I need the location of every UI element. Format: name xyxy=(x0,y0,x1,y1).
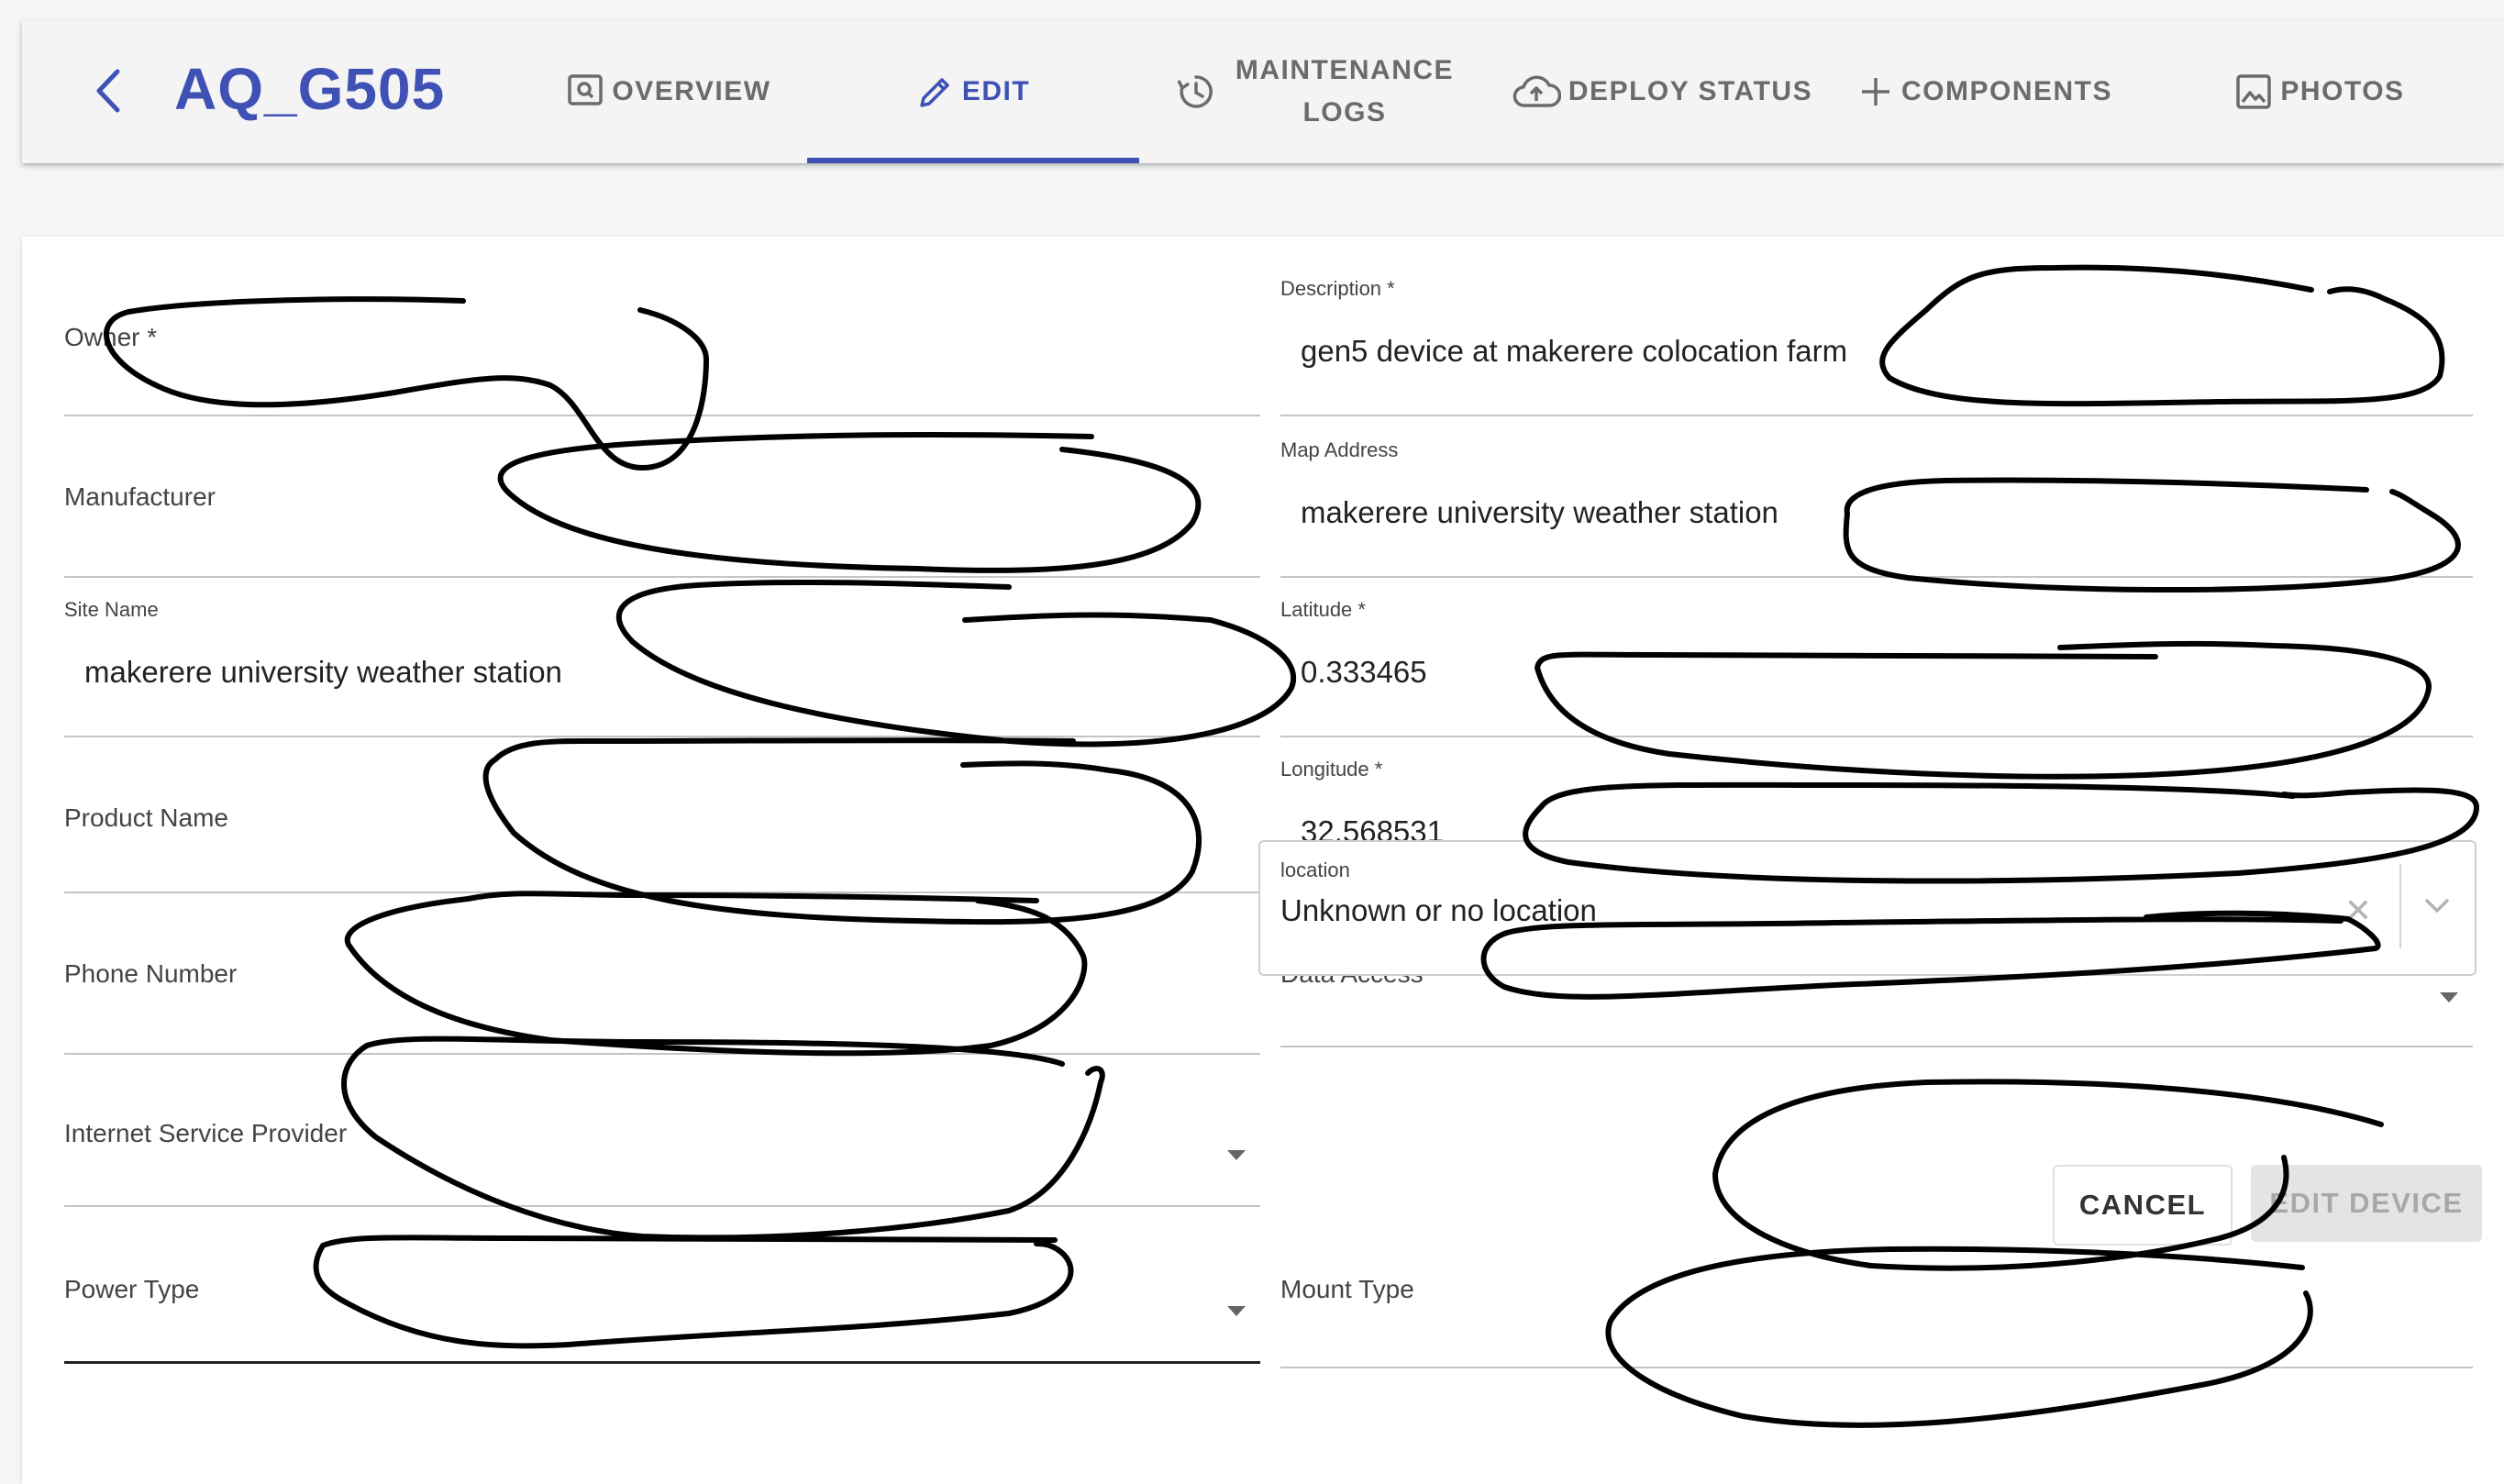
tab-deploy-status[interactable]: DEPLOY STATUS xyxy=(1495,20,1829,163)
owner-label: Owner * xyxy=(64,323,158,351)
tab-overview[interactable]: OVERVIEW xyxy=(545,20,792,163)
clear-icon[interactable]: ✕ xyxy=(2344,892,2372,930)
latitude-label: Latitude * xyxy=(1280,598,1366,621)
tab-maintenance-label-line1: MAINTENANCE xyxy=(1235,55,1455,85)
power-type-dropdown-icon[interactable] xyxy=(1227,1306,1246,1316)
history-icon xyxy=(1177,75,1213,108)
site-name-label: Site Name xyxy=(64,598,159,621)
tab-edit-label: EDIT xyxy=(961,76,1031,106)
tab-maintenance-label-line2: LOGS xyxy=(1302,97,1387,127)
manufacturer-label: Manufacturer xyxy=(64,482,216,511)
device-title: AQ_G505 xyxy=(174,56,446,122)
edit-device-button: EDIT DEVICE xyxy=(2251,1165,2482,1242)
mount-type-label: Mount Type xyxy=(1280,1275,1414,1303)
cancel-button[interactable]: CANCEL xyxy=(2053,1165,2233,1246)
description-value: gen5 device at makerere colocation farm xyxy=(1301,334,1848,368)
isp-dropdown-icon[interactable] xyxy=(1227,1150,1246,1160)
image-icon xyxy=(2236,74,2272,109)
tab-components[interactable]: COMPONENTS xyxy=(1847,20,2122,163)
location-select[interactable]: location Unknown or no location ✕ xyxy=(1258,840,2476,976)
product-name-label: Product Name xyxy=(64,803,228,832)
tab-maintenance-logs[interactable]: MAINTENANCE LOGS xyxy=(1159,20,1471,163)
power-type-select[interactable]: Power Type xyxy=(64,1207,1260,1364)
phone-number-label: Phone Number xyxy=(64,959,238,988)
preview-icon xyxy=(568,74,604,105)
location-value: Unknown or no location xyxy=(1280,893,1597,927)
tab-edit[interactable]: EDIT xyxy=(807,20,1139,163)
description-label: Description * xyxy=(1280,277,1395,300)
map-address-value: makerere university weather station xyxy=(1301,495,1778,529)
latitude-field[interactable]: Latitude * 0.333465 xyxy=(1280,578,2473,737)
map-address-label: Map Address xyxy=(1280,438,1399,461)
site-name-value: makerere university weather station xyxy=(84,655,562,689)
data-access-dropdown-icon[interactable] xyxy=(2440,992,2458,1002)
plus-icon xyxy=(1861,78,1889,105)
owner-field[interactable]: Owner * xyxy=(64,257,1260,416)
map-address-field[interactable]: Map Address makerere university weather … xyxy=(1280,416,2473,578)
latitude-value: 0.333465 xyxy=(1301,655,1427,689)
pencil-icon xyxy=(920,78,949,107)
back-arrow-icon[interactable] xyxy=(77,59,141,123)
active-tab-indicator xyxy=(807,158,1139,163)
tab-overview-label: OVERVIEW xyxy=(612,76,771,106)
app-header: AQ_G505 OVERVIEW EDIT MAINTENANCE LOGS D… xyxy=(22,20,2504,163)
site-name-field[interactable]: Site Name makerere university weather st… xyxy=(64,578,1260,737)
power-type-label: Power Type xyxy=(64,1275,200,1303)
location-separator xyxy=(2399,864,2401,948)
tab-photos-label: PHOTOS xyxy=(2280,76,2405,106)
location-label: location xyxy=(1280,858,1350,881)
cloud-upload-icon xyxy=(1512,75,1561,107)
isp-select[interactable]: Internet Service Provider xyxy=(64,1055,1260,1207)
chevron-down-icon[interactable] xyxy=(2423,897,2451,915)
tab-photos[interactable]: PHOTOS xyxy=(2205,20,2434,163)
description-field[interactable]: Description * gen5 device at makerere co… xyxy=(1280,257,2473,416)
tab-deploy-label: DEPLOY STATUS xyxy=(1568,76,1813,106)
manufacturer-field[interactable]: Manufacturer xyxy=(64,416,1260,578)
product-name-field[interactable]: Product Name xyxy=(64,737,1260,893)
isp-label: Internet Service Provider xyxy=(64,1119,348,1147)
tab-components-label: COMPONENTS xyxy=(1900,76,2112,106)
longitude-label: Longitude * xyxy=(1280,758,1383,781)
phone-number-field[interactable]: Phone Number xyxy=(64,893,1260,1055)
